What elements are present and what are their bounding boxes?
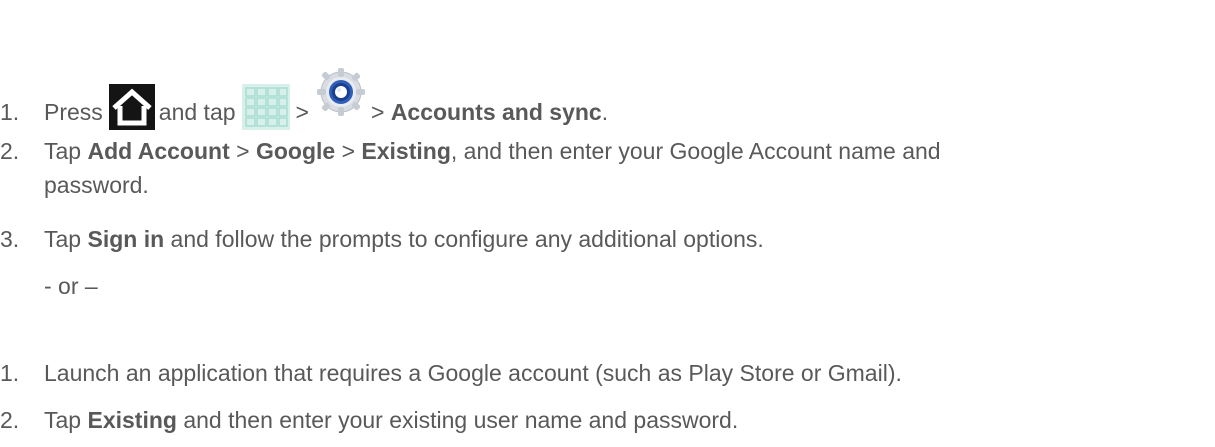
step-number: 2. [0,407,20,433]
separator-arrow: > [295,99,309,125]
step-text: Tap [44,226,82,252]
separator-arrow: > [236,138,250,164]
settings-gear-icon [316,68,365,116]
step-text: and then enter your existing user name a… [183,407,739,433]
step-text: . [601,99,609,125]
button-name-sign-in: Sign in [87,226,165,252]
home-icon [108,84,155,130]
separator-arrow: > [341,138,356,164]
menu-path-existing: Existing [87,407,177,433]
step-text: Tap [44,138,82,164]
step-2-add-account: 2. Tap Add Account > Google > Existing, a… [0,134,941,168]
step-number: 2. [0,138,20,164]
step-text: and tap [158,99,236,125]
step-2-continuation: password. [44,172,149,198]
apps-grid-icon [241,84,290,130]
step-text: Tap [44,407,82,433]
step-3-sign-in: 3. Tap Sign in and follow the prompts to … [0,222,764,256]
separator-arrow: > [370,99,385,125]
step-text: Press [44,99,103,125]
step-text: Launch an application that requires a Go… [44,360,902,386]
alt-step-2-existing: 2. Tap Existing and then enter your exist… [0,403,738,437]
menu-path-add-account: Add Account [87,138,230,164]
step-number: 1. [0,99,20,125]
menu-path-google: Google [255,138,336,164]
menu-path-accounts-and-sync: Accounts and sync [390,99,602,125]
step-text: , and then enter your Google Account nam… [450,138,941,164]
step-1-accounts-and-sync: 1. Press and tap > > Accounts and sync. [0,68,608,130]
step-number: 3. [0,226,20,252]
step-number: 1. [0,360,20,386]
alt-step-1-launch-app: 1. Launch an application that requires a … [0,356,902,390]
or-separator: - or – [44,273,98,299]
step-text: and follow the prompts to configure any … [170,226,764,252]
menu-path-existing: Existing [361,138,451,164]
